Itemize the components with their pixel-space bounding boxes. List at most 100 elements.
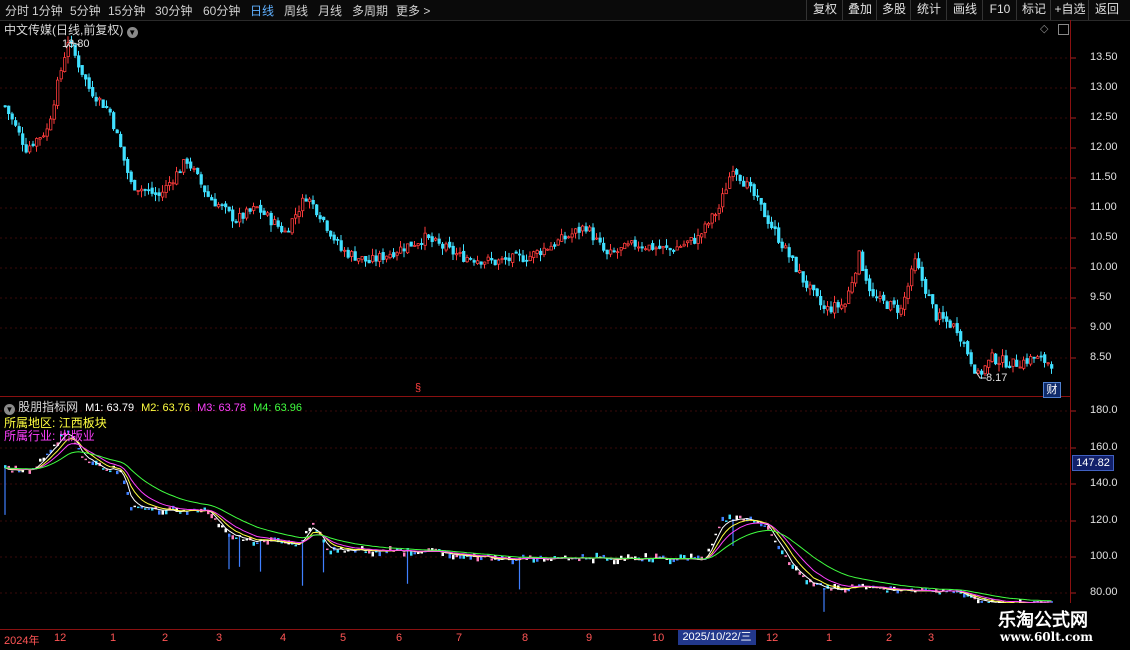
candle-body — [402, 248, 406, 252]
candle-body — [52, 104, 56, 120]
finance-badge[interactable]: 财 — [1043, 382, 1061, 398]
indicator-bar — [441, 552, 444, 557]
chevron-down-icon[interactable]: ▼ — [4, 404, 15, 415]
candle-body — [584, 226, 588, 232]
candle-body — [626, 243, 630, 246]
candle-body — [318, 215, 322, 220]
ma-line — [4, 443, 1052, 604]
m1-value: M1: 63.79 — [85, 402, 135, 414]
candle-body — [150, 187, 154, 194]
price-tick-label: 9.00 — [1090, 321, 1112, 333]
indicator-bar — [364, 551, 367, 554]
indicator-bar — [452, 554, 455, 560]
candle-body — [553, 244, 557, 247]
price-tick-label: 10.00 — [1090, 261, 1118, 273]
candle-body — [203, 185, 207, 193]
candle-body — [661, 246, 665, 249]
indicator-bar — [354, 551, 357, 553]
candle-body — [1018, 366, 1022, 369]
candle-body — [1036, 356, 1040, 359]
candle-body — [717, 207, 721, 214]
candle-body — [479, 261, 483, 265]
candle-body — [826, 306, 830, 311]
indicator-bar — [581, 554, 584, 557]
candle-body — [1032, 356, 1036, 359]
time-tick-label: 4 — [280, 632, 287, 644]
candle-body — [294, 214, 298, 219]
candle-body — [864, 268, 868, 281]
candle-body — [591, 227, 595, 241]
indicator-bar — [805, 580, 808, 585]
candle-body — [819, 296, 823, 306]
candle-body — [773, 226, 777, 230]
candle-body — [808, 284, 812, 290]
candle-body — [259, 204, 263, 213]
time-tick-label: 6 — [396, 632, 403, 644]
candle-body — [189, 161, 193, 169]
candle-body — [350, 251, 354, 257]
candle-body — [532, 251, 536, 258]
candle-body — [87, 77, 91, 89]
candle-body — [738, 174, 742, 182]
indicator-bar — [679, 554, 682, 559]
candle-body — [868, 278, 872, 292]
candle-body — [1039, 355, 1043, 358]
indicator-bar — [11, 471, 14, 473]
indicator-bar — [851, 584, 854, 586]
candle-body — [147, 189, 151, 192]
candle-body — [217, 204, 221, 208]
candle-body — [913, 258, 917, 272]
indicator-bar — [186, 511, 189, 515]
candle-body — [889, 300, 893, 311]
indicator-bar — [130, 507, 133, 511]
indicator-bar — [305, 530, 308, 534]
candle-body — [28, 145, 32, 153]
indicator-bar — [28, 470, 31, 474]
candle-body — [917, 258, 921, 269]
chart-canvas — [0, 20, 1130, 646]
indicator-bar — [312, 522, 315, 525]
industry-label: 所属行业: — [4, 429, 56, 443]
candle-body — [231, 209, 235, 222]
candle-body — [976, 370, 980, 374]
indicator-bar — [760, 523, 763, 527]
price-tick-label: 8.50 — [1090, 351, 1112, 363]
indicator-bar — [735, 515, 738, 520]
indicator-bar — [217, 523, 220, 528]
candle-body — [644, 248, 648, 251]
time-tick-label: 10 — [652, 632, 665, 644]
candle-body — [721, 193, 725, 208]
event-marker-icon[interactable]: § — [415, 382, 421, 394]
candle-body — [49, 118, 53, 131]
candle-body — [784, 245, 788, 249]
indicator-bar — [378, 551, 381, 557]
candle-body — [518, 253, 522, 256]
candle-body — [136, 189, 140, 192]
indicator-bar — [326, 548, 329, 551]
candle-body — [266, 212, 270, 216]
candle-body — [381, 252, 385, 260]
candle-body — [581, 225, 585, 232]
candle-body — [941, 312, 945, 319]
candle-body — [696, 235, 700, 244]
candle-body — [332, 234, 336, 241]
candle-body — [385, 255, 389, 260]
candle-body — [164, 184, 168, 193]
indicator-bar — [77, 447, 80, 450]
candle-body — [360, 256, 364, 260]
candle-body — [1015, 359, 1019, 367]
candle-body — [885, 301, 889, 309]
candle-body — [171, 182, 175, 185]
candle-body — [336, 239, 340, 241]
indicator-bar — [784, 555, 787, 557]
time-tick-label: 12 — [54, 632, 67, 644]
candle-body — [388, 253, 392, 259]
indicator-bar — [252, 542, 255, 546]
time-tick-label: 2024年 — [4, 635, 40, 647]
candle-body — [252, 206, 256, 211]
candle-body — [952, 323, 956, 327]
indicator-bar — [763, 525, 766, 527]
candle-body — [220, 204, 224, 207]
candle-body — [364, 255, 368, 262]
indicator-name[interactable]: 股朋指标网 — [18, 400, 78, 414]
